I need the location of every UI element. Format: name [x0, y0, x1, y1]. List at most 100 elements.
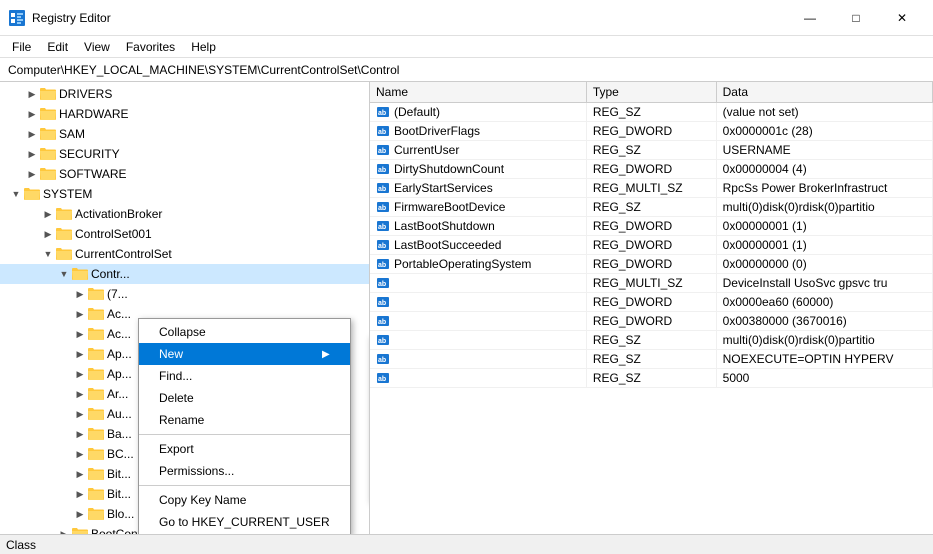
registry-table: Name Type Data ab (Default)REG_SZ(value …: [370, 82, 933, 388]
tree-item-control[interactable]: ▼ Contr...: [0, 264, 369, 284]
cell-type: REG_SZ: [586, 102, 716, 121]
table-row[interactable]: ab REG_DWORD0x0000ea60 (60000): [370, 292, 933, 311]
folder-icon-drivers: [40, 86, 56, 102]
row-name-label: ab LastBootShutdown: [376, 219, 580, 233]
table-row[interactable]: ab REG_SZmulti(0)disk(0)rdisk(0)partitio: [370, 330, 933, 349]
table-row[interactable]: ab REG_SZ5000: [370, 368, 933, 387]
reg-value-icon: ab: [376, 314, 390, 328]
folder-icon-sub7: [88, 406, 104, 422]
folder-icon-control: [72, 266, 88, 282]
cell-data: 5000: [716, 368, 932, 387]
close-button[interactable]: ✕: [879, 0, 925, 36]
table-row[interactable]: ab LastBootShutdownREG_DWORD0x00000001 (…: [370, 216, 933, 235]
expand-icon-system: ▼: [8, 186, 24, 202]
svg-text:ab: ab: [378, 376, 386, 383]
tree-label-activationbroker: ActivationBroker: [75, 207, 162, 221]
ctx-delete[interactable]: Delete: [139, 387, 350, 409]
minimize-button[interactable]: —: [787, 0, 833, 36]
cell-name: ab FirmwareBootDevice: [370, 197, 586, 216]
expand-icon-sub12: ▶: [72, 506, 88, 522]
tree-item-system[interactable]: ▼ SYSTEM: [0, 184, 369, 204]
cell-type: REG_SZ: [586, 197, 716, 216]
header-name: Name: [370, 82, 586, 102]
tree-label-security: SECURITY: [59, 147, 120, 161]
expand-icon-sub11: ▶: [72, 486, 88, 502]
folder-icon-controlset001: [56, 226, 72, 242]
expand-icon-sub6: ▶: [72, 386, 88, 402]
table-row[interactable]: ab EarlyStartServicesREG_MULTI_SZRpcSs P…: [370, 178, 933, 197]
reg-value-icon: ab: [376, 371, 390, 385]
table-row[interactable]: ab LastBootSucceededREG_DWORD0x00000001 …: [370, 235, 933, 254]
row-name-label: ab EarlyStartServices: [376, 181, 580, 195]
ctx-export[interactable]: Export: [139, 438, 350, 460]
expand-icon-sub7: ▶: [72, 406, 88, 422]
ctx-new[interactable]: New ▶: [139, 343, 350, 365]
ctx-collapse-label: Collapse: [159, 325, 206, 339]
reg-value-icon: ab: [376, 333, 390, 347]
cell-type: REG_DWORD: [586, 254, 716, 273]
tree-item-activationbroker[interactable]: ▶ ActivationBroker: [0, 204, 369, 224]
svg-text:ab: ab: [378, 300, 386, 307]
table-row[interactable]: ab REG_MULTI_SZDeviceInstall UsoSvc gpsv…: [370, 273, 933, 292]
table-row[interactable]: ab DirtyShutdownCountREG_DWORD0x00000004…: [370, 159, 933, 178]
svg-text:ab: ab: [378, 110, 386, 117]
row-name-label: ab: [376, 295, 580, 309]
cell-data: RpcSs Power BrokerInfrastruct: [716, 178, 932, 197]
status-bar: Class: [0, 534, 933, 554]
cell-data: DeviceInstall UsoSvc gpsvc tru: [716, 273, 932, 292]
folder-icon-bootcontrol: [72, 526, 88, 534]
expand-icon-security: ▶: [24, 146, 40, 162]
table-row[interactable]: ab REG_DWORD0x00380000 (3670016): [370, 311, 933, 330]
tree-item-hardware[interactable]: ▶ HARDWARE: [0, 104, 369, 124]
expand-icon-sub1: ▶: [72, 286, 88, 302]
menu-help[interactable]: Help: [183, 38, 224, 56]
tree-panel[interactable]: ▶ DRIVERS ▶ HARDWARE ▶ SAM: [0, 82, 370, 534]
tree-item-sub1[interactable]: ▶ (7...: [0, 284, 369, 304]
table-row[interactable]: ab CurrentUserREG_SZUSERNAME: [370, 140, 933, 159]
menu-file[interactable]: File: [4, 38, 39, 56]
svg-text:ab: ab: [378, 129, 386, 136]
main-area: ▶ DRIVERS ▶ HARDWARE ▶ SAM: [0, 82, 933, 534]
tree-item-drivers[interactable]: ▶ DRIVERS: [0, 84, 369, 104]
menu-edit[interactable]: Edit: [39, 38, 76, 56]
table-row[interactable]: ab FirmwareBootDeviceREG_SZmulti(0)disk(…: [370, 197, 933, 216]
folder-icon-sub2: [88, 306, 104, 322]
svg-text:ab: ab: [378, 243, 386, 250]
tree-item-sam[interactable]: ▶ SAM: [0, 124, 369, 144]
ctx-permissions[interactable]: Permissions...: [139, 460, 350, 482]
folder-icon-sub1: [88, 286, 104, 302]
table-row[interactable]: ab PortableOperatingSystemREG_DWORD0x000…: [370, 254, 933, 273]
reg-value-icon: ab: [376, 124, 390, 138]
expand-icon-currentcontrolset: ▼: [40, 246, 56, 262]
reg-value-icon: ab: [376, 276, 390, 290]
ctx-goto-hkcu[interactable]: Go to HKEY_CURRENT_USER: [139, 511, 350, 533]
row-name-label: ab DirtyShutdownCount: [376, 162, 580, 176]
tree-item-currentcontrolset[interactable]: ▼ CurrentControlSet: [0, 244, 369, 264]
cell-data: NOEXECUTE=OPTIN HYPERV: [716, 349, 932, 368]
table-row[interactable]: ab REG_SZNOEXECUTE=OPTIN HYPERV: [370, 349, 933, 368]
svg-text:ab: ab: [378, 148, 386, 155]
ctx-rename[interactable]: Rename: [139, 409, 350, 431]
svg-text:ab: ab: [378, 167, 386, 174]
folder-icon-hardware: [40, 106, 56, 122]
reg-value-icon: ab: [376, 200, 390, 214]
cell-name: ab DirtyShutdownCount: [370, 159, 586, 178]
table-row[interactable]: ab BootDriverFlagsREG_DWORD0x0000001c (2…: [370, 121, 933, 140]
cell-data: 0x00000001 (1): [716, 216, 932, 235]
cell-data: 0x0000ea60 (60000): [716, 292, 932, 311]
maximize-button[interactable]: □: [833, 0, 879, 36]
table-row[interactable]: ab (Default)REG_SZ(value not set): [370, 102, 933, 121]
tree-item-controlset001[interactable]: ▶ ControlSet001: [0, 224, 369, 244]
tree-item-security[interactable]: ▶ SECURITY: [0, 144, 369, 164]
title-bar: Registry Editor — □ ✕: [0, 0, 933, 36]
menu-favorites[interactable]: Favorites: [118, 38, 183, 56]
expand-icon-software: ▶: [24, 166, 40, 182]
ctx-copy-key-name[interactable]: Copy Key Name: [139, 489, 350, 511]
expand-icon-bootcontrol: ▶: [56, 526, 72, 534]
ctx-find[interactable]: Find...: [139, 365, 350, 387]
header-data: Data: [716, 82, 932, 102]
row-name-label: ab PortableOperatingSystem: [376, 257, 580, 271]
menu-view[interactable]: View: [76, 38, 118, 56]
tree-item-software[interactable]: ▶ SOFTWARE: [0, 164, 369, 184]
ctx-collapse[interactable]: Collapse: [139, 321, 350, 343]
